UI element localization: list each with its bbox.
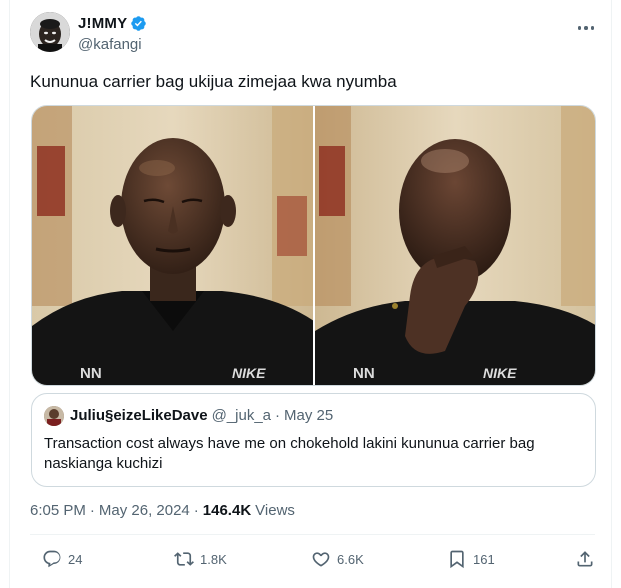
- timestamp-separator-2: ·: [193, 502, 199, 519]
- author-display-name[interactable]: J!MMY: [78, 15, 127, 32]
- timestamp-separator: ·: [89, 502, 95, 519]
- tweet-text: Kununua carrier bag ukijua zimejaa kwa n…: [30, 72, 397, 91]
- quoted-text: Transaction cost always have me on choke…: [44, 435, 535, 472]
- tweet-photo-2[interactable]: NN NIKE: [314, 106, 595, 385]
- quoted-separator: ·: [275, 407, 281, 424]
- share-icon: [577, 551, 593, 567]
- like-button[interactable]: 6.6K: [311, 549, 364, 569]
- quoted-author-avatar[interactable]: [44, 406, 64, 426]
- share-button[interactable]: [575, 549, 595, 569]
- views-count[interactable]: 146.4K: [203, 502, 251, 519]
- reply-count: 24: [68, 551, 83, 567]
- bookmark-count: 161: [473, 551, 495, 567]
- author-name-row[interactable]: J!MMY: [78, 15, 147, 32]
- action-bar: 24 1.8K 6.6K 161: [30, 549, 595, 573]
- shirt-logo-nike-2: NIKE: [483, 365, 517, 381]
- bookmark-icon: [450, 550, 464, 569]
- tweet-card: J!MMY @kafangi Kununua carrier bag ukiju…: [9, 0, 612, 588]
- shirt-logo-nn-2: NN: [353, 365, 375, 382]
- tweet-media[interactable]: NN NIKE NN NIKE: [31, 105, 596, 386]
- divider: [30, 534, 595, 535]
- quoted-tweet[interactable]: Juliu§eizeLikeDave @_juk_a · May 25 Tran…: [31, 393, 596, 487]
- reply-icon: [43, 550, 61, 568]
- quoted-date[interactable]: May 25: [284, 407, 333, 424]
- quoted-display-name[interactable]: Juliu§eizeLikeDave: [70, 407, 208, 424]
- quoted-handle[interactable]: @_juk_a: [212, 407, 271, 424]
- author-avatar[interactable]: [30, 12, 70, 52]
- like-count: 6.6K: [337, 551, 364, 567]
- repost-count: 1.8K: [200, 551, 227, 567]
- tweet-photo-1[interactable]: NN NIKE: [32, 106, 313, 385]
- author-handle[interactable]: @kafangi: [78, 36, 142, 53]
- more-icon[interactable]: [574, 16, 598, 40]
- tweet-timestamp: 6:05 PM · May 26, 2024 · 146.4K Views: [30, 502, 295, 519]
- reply-button[interactable]: 24: [42, 549, 82, 569]
- repost-icon: [174, 552, 194, 566]
- shirt-logo-nike: NIKE: [232, 365, 266, 381]
- repost-button[interactable]: 1.8K: [174, 549, 227, 569]
- quoted-header: Juliu§eizeLikeDave @_juk_a · May 25: [70, 407, 333, 424]
- shirt-logo-nn: NN: [80, 365, 102, 382]
- bookmark-button[interactable]: 161: [447, 549, 495, 569]
- views-label: Views: [255, 502, 295, 519]
- tweet-time[interactable]: 6:05 PM: [30, 502, 86, 519]
- like-icon: [312, 552, 330, 567]
- verified-badge-icon: [131, 16, 147, 31]
- tweet-date[interactable]: May 26, 2024: [99, 502, 190, 519]
